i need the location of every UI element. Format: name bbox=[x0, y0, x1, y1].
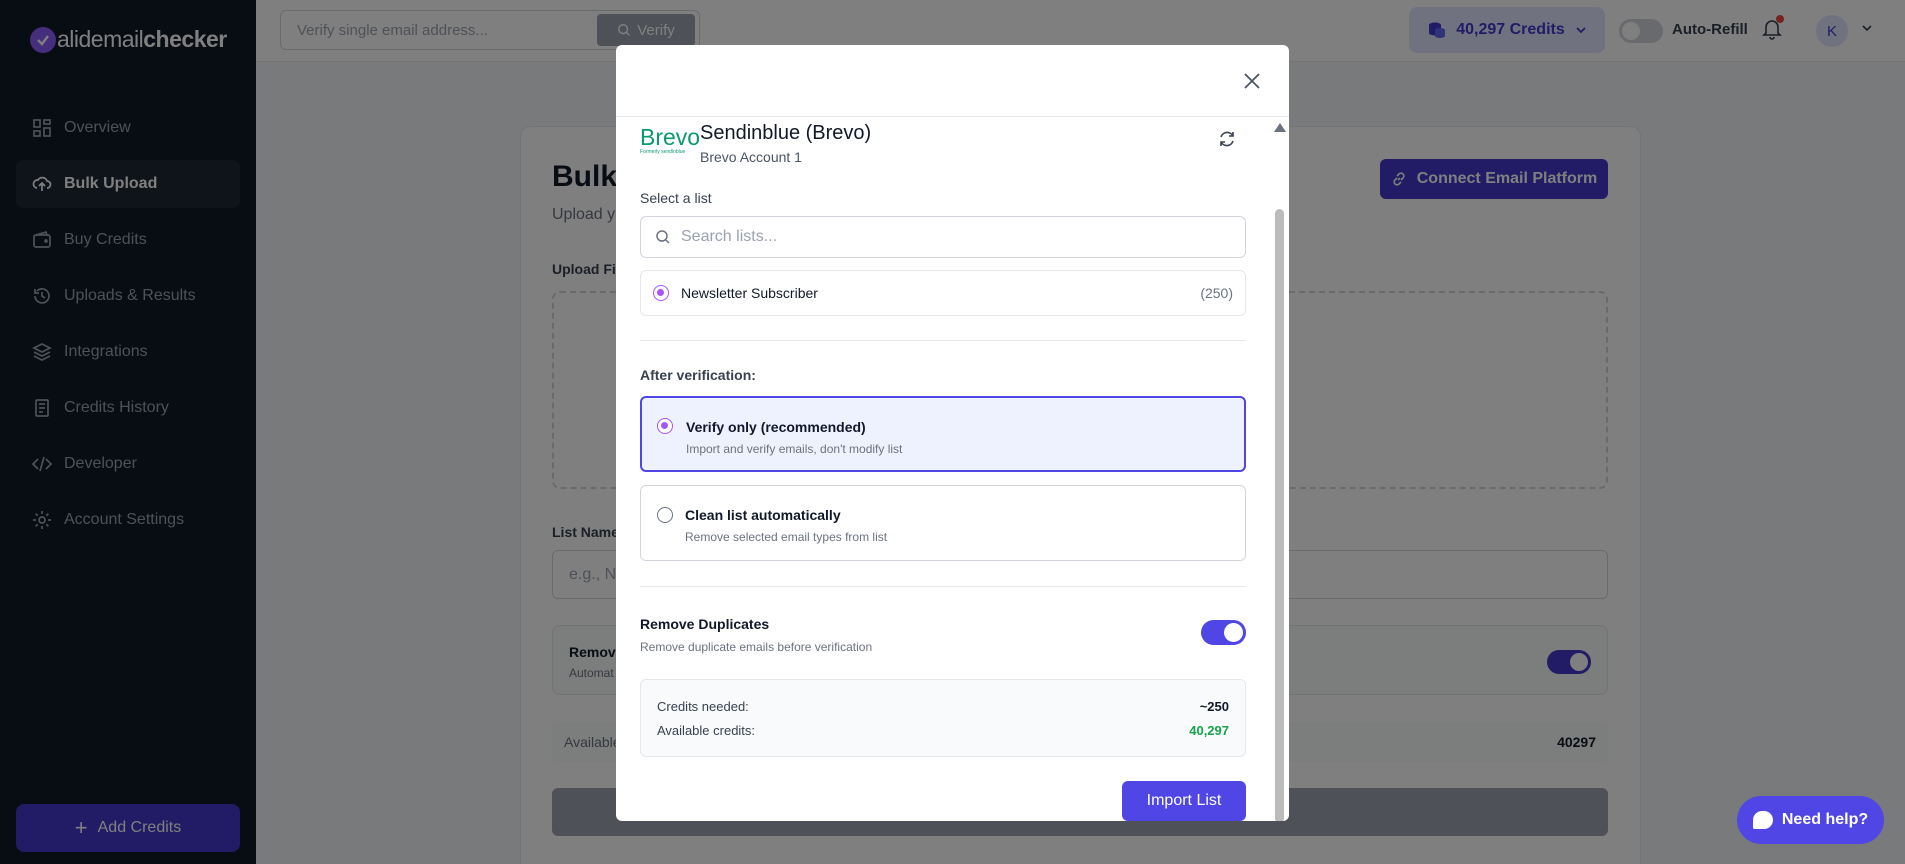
credits-needed-label: Credits needed: bbox=[657, 699, 749, 714]
option-subtitle: Import and verify emails, don't modify l… bbox=[686, 442, 903, 456]
option-verify-only[interactable]: Verify only (recommended) Import and ver… bbox=[640, 396, 1246, 472]
remove-duplicates-subtitle: Remove duplicate emails before verificat… bbox=[640, 640, 873, 654]
divider bbox=[640, 340, 1246, 341]
list-radio[interactable] bbox=[653, 285, 669, 301]
search-icon bbox=[656, 230, 670, 244]
credits-needed-value: ~250 bbox=[1199, 699, 1229, 714]
remove-duplicates-toggle[interactable] bbox=[1201, 620, 1246, 645]
credits-summary: Credits needed: ~250 Available credits: … bbox=[640, 679, 1246, 757]
scroll-up-arrow-icon[interactable] bbox=[1274, 123, 1286, 132]
list-name: Newsletter Subscriber bbox=[681, 285, 818, 301]
option-subtitle: Remove selected email types from list bbox=[685, 530, 888, 544]
search-lists-input[interactable]: Search lists... bbox=[640, 216, 1246, 258]
after-verification-label: After verification: bbox=[640, 367, 756, 383]
list-item[interactable]: Newsletter Subscriber (250) bbox=[640, 270, 1246, 316]
list-count: (250) bbox=[1200, 285, 1233, 301]
modal-header bbox=[616, 45, 1289, 117]
need-help-button[interactable]: Need help? bbox=[1737, 796, 1884, 844]
close-icon[interactable] bbox=[1242, 71, 1262, 91]
chat-bubble-icon bbox=[1752, 811, 1773, 829]
scroll-thumb[interactable] bbox=[1275, 209, 1284, 821]
divider bbox=[640, 586, 1246, 587]
remove-duplicates-title: Remove Duplicates bbox=[640, 616, 770, 632]
option-title: Verify only (recommended) bbox=[686, 419, 866, 435]
available-credits-value: 40,297 bbox=[1189, 723, 1229, 738]
select-list-label: Select a list bbox=[640, 190, 712, 206]
brevo-logo-small: Formerly sendinblue bbox=[640, 149, 686, 155]
available-credits-label: Available credits: bbox=[657, 723, 756, 738]
option-clean-list[interactable]: Clean list automatically Remove selected… bbox=[640, 485, 1246, 561]
option-title: Clean list automatically bbox=[685, 507, 841, 523]
need-help-label: Need help? bbox=[1781, 811, 1869, 828]
brevo-logo: Brevo Formerly sendinblue bbox=[640, 126, 700, 155]
integration-name: Sendinblue (Brevo) bbox=[700, 122, 872, 144]
brevo-logo-text: Brevo bbox=[640, 124, 701, 150]
integration-account: Brevo Account 1 bbox=[700, 149, 802, 165]
import-list-modal: Brevo Formerly sendinblue Sendinblue (Br… bbox=[616, 45, 1289, 821]
modal-scrollbar[interactable] bbox=[1271, 117, 1289, 821]
search-lists-placeholder: Search lists... bbox=[681, 228, 778, 245]
import-list-button[interactable]: Import List bbox=[1122, 781, 1246, 821]
clean-list-radio[interactable] bbox=[657, 507, 673, 523]
refresh-icon[interactable] bbox=[1217, 129, 1237, 149]
verify-only-radio[interactable] bbox=[657, 418, 673, 434]
